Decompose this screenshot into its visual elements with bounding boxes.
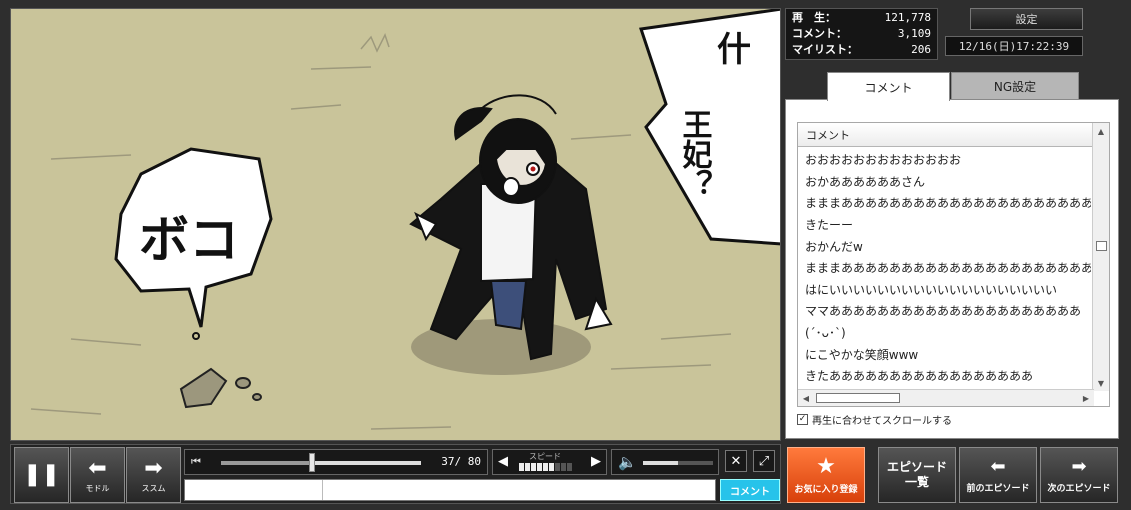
comment-panel: コメント おおおおおおおおおおおおお おかああああああさん まままあああああああああ…	[785, 99, 1119, 439]
sync-scroll-option[interactable]: ✓ 再生に合わせてスクロールする	[797, 412, 952, 427]
horizontal-scrollbar[interactable]: ◀ ▶	[798, 389, 1094, 406]
prev-episode-label: 前のエピソード	[966, 484, 1030, 494]
manga-page-image: ボコ 什 王妃？	[11, 9, 780, 440]
prev-episode-button[interactable]: ⬅ 前のエピソード	[959, 447, 1037, 503]
comment-list-item[interactable]: まままああああああああああああああああああああああああ	[798, 192, 1091, 214]
arrow-right-icon: ➡	[144, 455, 163, 481]
speed-bar-segment	[537, 463, 542, 471]
favorite-button[interactable]: ★ お気に入り登録	[787, 447, 865, 503]
bubble-right-top-text: 什	[717, 30, 751, 70]
comment-list-item[interactable]: きたーー	[798, 214, 1091, 236]
mylist-count: 206	[911, 42, 931, 56]
mylist-label: マイリスト：	[792, 43, 858, 56]
speed-bar-segment	[519, 463, 524, 471]
comment-list-item[interactable]: おかんだw	[798, 235, 1091, 257]
scroll-up-icon[interactable]: ▲	[1093, 123, 1109, 139]
seek-track[interactable]	[221, 461, 421, 465]
sync-scroll-checkbox[interactable]: ✓	[797, 414, 808, 425]
arrow-left-icon: ⬅	[88, 455, 107, 481]
bubble-right-bottom-text: 王妃？	[677, 109, 713, 199]
views-count: 121,778	[884, 10, 931, 24]
horizontal-scroll-thumb[interactable]	[816, 393, 900, 403]
comment-list-header[interactable]: コメント	[798, 123, 1109, 147]
speed-bar-segment	[555, 463, 560, 471]
manga-viewer[interactable]: ボコ 什 王妃？	[10, 8, 781, 441]
seek-bar: ⏮ 37/ 80	[184, 449, 488, 475]
speed-down-icon[interactable]: ◀	[498, 454, 508, 469]
comment-input-area	[184, 479, 716, 501]
comment-list-item[interactable]: きたあああああああああああああああああ	[798, 365, 1091, 387]
comment-list-item[interactable]: (´･ᴗ･`)	[798, 322, 1091, 344]
volume-track[interactable]	[643, 461, 713, 465]
fullscreen-button[interactable]: ⤢	[753, 450, 775, 472]
tab-comment[interactable]: コメント	[827, 72, 950, 101]
pause-icon: ❚❚	[23, 462, 60, 487]
vertical-scrollbar[interactable]: ▲ ▼	[1092, 123, 1109, 391]
comment-list-item[interactable]: おかああああああさん	[798, 171, 1091, 193]
seek-progress	[221, 461, 313, 465]
episode-list-label-2: 一覧	[904, 475, 929, 489]
forward-button[interactable]: ➡ ススム	[126, 447, 181, 503]
speaker-icon[interactable]: 🔈	[618, 453, 637, 471]
speed-label: スピード	[529, 452, 561, 461]
close-icon: ✕	[730, 453, 742, 469]
favorite-label: お気に入り登録	[794, 485, 858, 495]
prev-episode-icon: ⬅	[990, 456, 1006, 477]
comment-submit-button[interactable]: コメント	[720, 479, 780, 501]
comment-list-item[interactable]: ママあああああああああああああああああああああ	[798, 300, 1091, 322]
comment-list-item[interactable]: まままあああああああああああああああああああああああ	[798, 257, 1091, 279]
episode-list-label-1: エピソード	[886, 460, 947, 474]
speed-level-indicator[interactable]	[519, 463, 572, 471]
datetime-display: 12/16(日)17:22:39	[945, 36, 1083, 56]
page-counter: 37/ 80	[441, 455, 481, 468]
command-input[interactable]	[185, 480, 323, 500]
scroll-left-icon[interactable]: ◀	[798, 390, 814, 406]
views-label: 再 生：	[792, 11, 836, 24]
pause-button[interactable]: ❚❚	[14, 447, 69, 503]
vertical-scroll-thumb[interactable]	[1096, 241, 1107, 251]
seek-knob[interactable]	[309, 453, 315, 472]
scroll-right-icon[interactable]: ▶	[1078, 390, 1094, 406]
speed-bar-segment	[561, 463, 566, 471]
scroll-down-icon[interactable]: ▼	[1093, 375, 1109, 391]
speed-control: ◀ スピード ▶	[492, 449, 607, 475]
comments-label: コメント：	[792, 27, 847, 40]
volume-control: 🔈	[611, 449, 719, 475]
volume-level	[643, 461, 678, 465]
skip-to-start-icon[interactable]: ⏮	[191, 455, 201, 469]
comment-list-body[interactable]: おおおおおおおおおおおおお おかああああああさん まままああああああああああああああ…	[798, 149, 1091, 391]
back-label: モドル	[85, 483, 110, 493]
speed-bar-segment	[549, 463, 554, 471]
star-icon: ★	[816, 454, 836, 479]
comment-list-item[interactable]: にこやかな笑顔www	[798, 343, 1091, 365]
close-comments-button[interactable]: ✕	[725, 450, 747, 472]
speed-bar-segment	[525, 463, 530, 471]
speed-up-icon[interactable]: ▶	[591, 454, 601, 469]
views-row: 再 生： 121,778	[786, 9, 937, 25]
sync-scroll-label: 再生に合わせてスクロールする	[812, 416, 952, 427]
stats-panel: 再 生： 121,778 コメント： 3,109 マイリスト： 206	[785, 8, 938, 60]
comment-list[interactable]: コメント おおおおおおおおおおおおお おかああああああさん まままあああああああああ…	[797, 122, 1110, 407]
bubble-left-text: ボコ	[139, 211, 239, 269]
next-episode-icon: ➡	[1071, 456, 1087, 477]
comments-row: コメント： 3,109	[786, 25, 937, 41]
forward-label: ススム	[141, 483, 166, 493]
next-episode-label: 次のエピソード	[1047, 484, 1111, 494]
settings-button[interactable]: 設定	[970, 8, 1083, 30]
episode-list-button[interactable]: エピソード 一覧	[878, 447, 956, 503]
back-button[interactable]: ⬅ モドル	[70, 447, 125, 503]
next-episode-button[interactable]: ➡ 次のエピソード	[1040, 447, 1118, 503]
mylist-row: マイリスト： 206	[786, 41, 937, 57]
comment-list-item[interactable]: はにいいいいいいいいいいいいいいいいいいい	[798, 279, 1091, 301]
speed-bar-segment	[531, 463, 536, 471]
comments-count: 3,109	[897, 26, 931, 40]
expand-icon: ⤢	[758, 453, 770, 469]
speed-bar-segment	[567, 463, 572, 471]
tab-ng-settings[interactable]: NG設定	[951, 72, 1079, 100]
speed-bar-segment	[543, 463, 548, 471]
comment-list-item[interactable]: おおおおおおおおおおおおお	[798, 149, 1091, 171]
